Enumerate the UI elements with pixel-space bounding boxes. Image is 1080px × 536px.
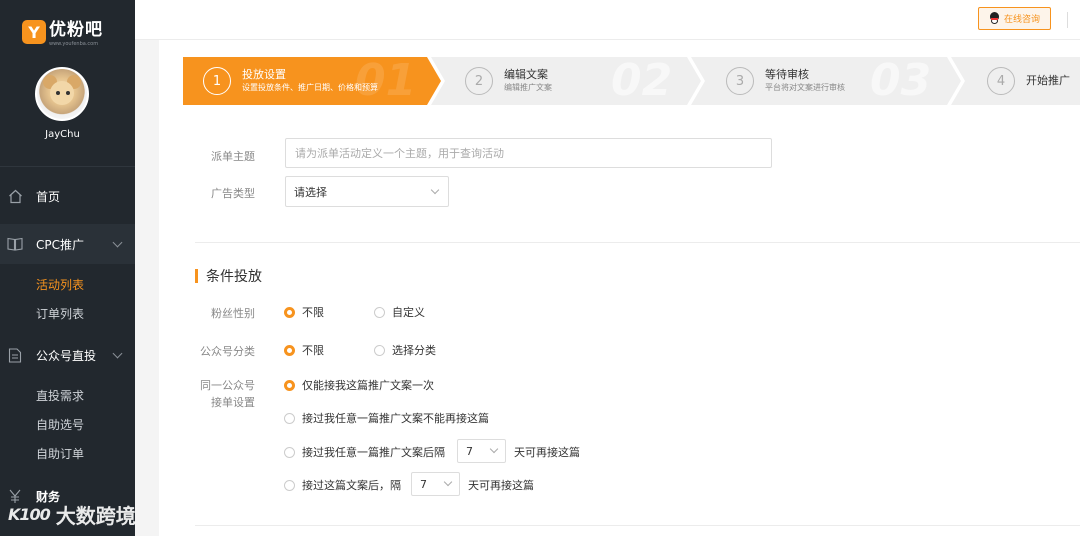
- radio-label: 接过我任意一篇推广文案不能再接这篇: [302, 412, 489, 425]
- step-number: 4: [987, 67, 1015, 95]
- step-3[interactable]: 03 3 等待审核 平台将对文案进行审核: [726, 55, 931, 106]
- step-watermark-number: 02: [611, 55, 673, 106]
- sidebar-subitem-self-select[interactable]: 自助选号: [36, 416, 84, 433]
- same-account-radio-this-interval[interactable]: 接过这篇文案后，隔: [284, 477, 401, 493]
- sidebar-item-home[interactable]: 首页: [0, 176, 135, 216]
- days-value: 7: [420, 477, 427, 491]
- gender-radio-custom[interactable]: 自定义: [374, 304, 425, 320]
- qq-icon: [989, 12, 1000, 25]
- top-bar: 在线咨询: [135, 0, 1080, 40]
- section-title-conditions: 条件投放: [195, 266, 262, 286]
- radio-dot: [284, 344, 295, 356]
- radio-dot: [374, 306, 385, 318]
- chevron-down-icon: [443, 477, 453, 487]
- radio-dot: [284, 306, 295, 318]
- radio-label: 选择分类: [392, 344, 436, 357]
- gender-label: 粉丝性别: [211, 307, 255, 320]
- step-desc: 平台将对文案进行审核: [765, 83, 845, 92]
- category-label: 公众号分类: [200, 345, 255, 358]
- step-1[interactable]: 01 1 投放设置 设置投放条件、推广日期、价格和预算: [203, 55, 416, 106]
- step-title: 开始推广: [1026, 74, 1070, 87]
- days-suffix-this: 天可再接这篇: [468, 479, 534, 492]
- sidebar-subitem-activity-list[interactable]: 活动列表: [36, 276, 84, 293]
- ad-type-select[interactable]: 请选择: [285, 176, 449, 207]
- radio-label: 不限: [302, 344, 324, 357]
- step-number: 3: [726, 67, 754, 95]
- home-icon: [7, 188, 23, 204]
- step-title: 编辑文案: [504, 68, 548, 81]
- chevron-down-icon: [112, 348, 123, 359]
- section-accent-bar: [195, 269, 198, 283]
- category-radio-select[interactable]: 选择分类: [374, 342, 436, 358]
- logo-mark-icon: Y: [22, 20, 46, 44]
- sidebar-subitem-order-list[interactable]: 订单列表: [36, 305, 84, 322]
- section-title-text: 条件投放: [206, 269, 262, 285]
- brand-url: www.youfenba.com: [49, 41, 99, 47]
- radio-label: 接过这篇文案后，隔: [302, 479, 401, 492]
- step-watermark-number: 03: [870, 55, 932, 106]
- step-number: 2: [465, 67, 493, 95]
- section-divider: [195, 242, 1080, 243]
- online-consult-label: 在线咨询: [1003, 15, 1040, 25]
- chevron-down-icon: [430, 185, 440, 194]
- watermark-logo: K100: [8, 505, 51, 524]
- days-select-this[interactable]: 7: [411, 472, 460, 496]
- days-suffix-any: 天可再接这篇: [514, 446, 580, 459]
- top-divider: [1067, 12, 1068, 28]
- username: JayChu: [45, 129, 80, 140]
- subject-label: 派单主题: [211, 150, 255, 163]
- chevron-down-icon: [112, 237, 123, 248]
- section-divider: [195, 525, 1080, 526]
- radio-dot: [374, 344, 385, 356]
- sidebar-subitem-direct-demand[interactable]: 直投需求: [36, 387, 84, 404]
- content-gutter: [135, 40, 159, 536]
- ad-type-label: 广告类型: [211, 187, 255, 200]
- sidebar-item-wechat[interactable]: 公众号直投: [0, 335, 135, 375]
- subject-input[interactable]: 请为派单活动定义一个主题，用于查询活动: [285, 138, 772, 168]
- sidebar-item-cpc[interactable]: CPC推广: [0, 224, 135, 264]
- sidebar-item-label: CPC推广: [36, 237, 84, 252]
- step-progress: 01 1 投放设置 设置投放条件、推广日期、价格和预算 02 2 编辑文案 编辑…: [183, 55, 1080, 106]
- same-account-radio-never[interactable]: 接过我任意一篇推广文案不能再接这篇: [284, 410, 489, 426]
- same-account-radio-any-interval[interactable]: 接过我任意一篇推广文案后隔: [284, 444, 445, 460]
- sidebar-subitem-self-order[interactable]: 自助订单: [36, 445, 84, 462]
- radio-label: 接过我任意一篇推广文案后隔: [302, 446, 445, 459]
- same-account-radio-once[interactable]: 仅能接我这篇推广文案一次: [284, 377, 434, 393]
- ad-type-value: 请选择: [294, 185, 327, 199]
- chevron-down-icon: [489, 444, 499, 454]
- watermark: K100 大数跨境: [8, 500, 136, 529]
- category-radio-unlimited[interactable]: 不限: [284, 342, 324, 358]
- online-consult-button[interactable]: 在线咨询: [978, 7, 1051, 30]
- radio-dot: [284, 379, 295, 391]
- radio-dot: [284, 479, 295, 491]
- step-watermark-number: 01: [355, 55, 417, 106]
- radio-label: 不限: [302, 306, 324, 319]
- step-title: 等待审核: [765, 68, 809, 81]
- main-content: [159, 40, 1080, 536]
- step-2[interactable]: 02 2 编辑文案 编辑推广文案: [465, 55, 672, 106]
- same-account-label-line2: 接单设置: [211, 396, 255, 409]
- sidebar-item-label: 首页: [36, 189, 61, 204]
- days-select-any[interactable]: 7: [457, 439, 506, 463]
- sidebar-item-label: 公众号直投: [36, 348, 97, 363]
- step-desc: 编辑推广文案: [504, 83, 552, 92]
- avatar[interactable]: [35, 67, 89, 121]
- gender-radio-unlimited[interactable]: 不限: [284, 304, 324, 320]
- step-number: 1: [203, 67, 231, 95]
- document-icon: [7, 347, 23, 363]
- brand-name: 优粉吧: [49, 20, 103, 40]
- step-4[interactable]: 4 开始推广: [987, 57, 1070, 105]
- brand-logo[interactable]: Y 优粉吧 www.youfenba.com: [22, 20, 103, 50]
- same-account-label-line1: 同一公众号: [200, 379, 255, 392]
- book-icon: [7, 236, 23, 252]
- radio-dot: [284, 412, 295, 424]
- sidebar: Y 优粉吧 www.youfenba.com JayChu 首页 CPC推广 活…: [0, 0, 135, 536]
- radio-label: 自定义: [392, 306, 425, 319]
- radio-dot: [284, 446, 295, 458]
- sidebar-divider: [0, 166, 135, 167]
- days-value: 7: [466, 444, 473, 458]
- radio-label: 仅能接我这篇推广文案一次: [302, 379, 434, 392]
- watermark-text: 大数跨境: [55, 504, 136, 528]
